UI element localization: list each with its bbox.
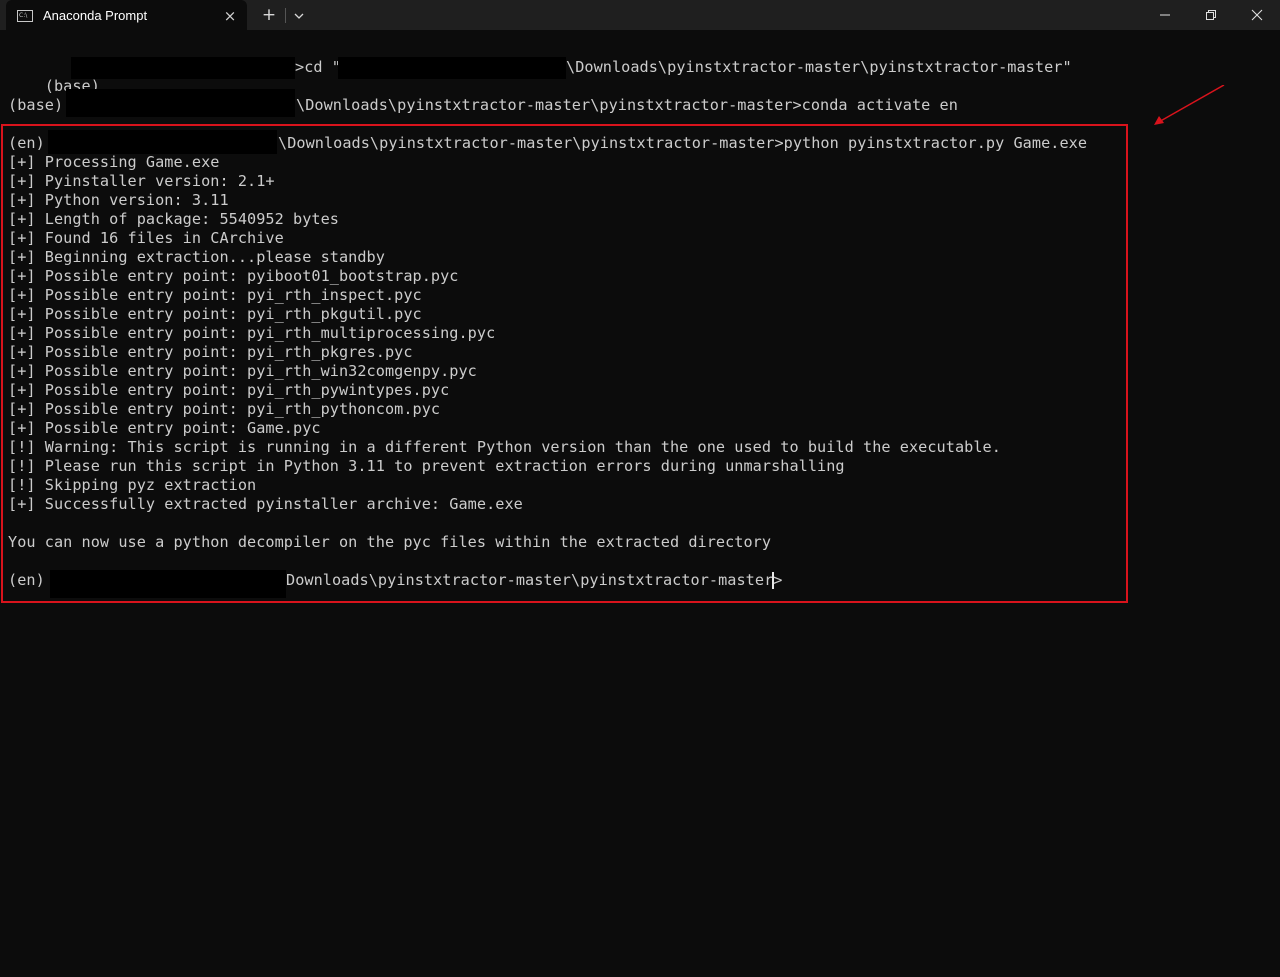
terminal-line: (base): [8, 96, 73, 114]
tab-title: Anaconda Prompt: [43, 8, 148, 23]
new-tab-button[interactable]: +: [256, 4, 282, 26]
terminal-line: \Downloads\pyinstxtractor-master\pyinstx…: [566, 58, 1072, 76]
close-icon: [1251, 9, 1263, 21]
close-tab-icon[interactable]: ×: [215, 7, 245, 25]
title-bar: Anaconda Prompt × +: [0, 0, 1280, 31]
annotation-arrow-icon: [1154, 85, 1225, 125]
minimize-icon: [1160, 14, 1170, 16]
terminal-line: >cd ": [295, 58, 341, 76]
tab-anaconda-prompt[interactable]: Anaconda Prompt ×: [6, 0, 247, 31]
terminal-line: \Downloads\pyinstxtractor-master\pyinstx…: [296, 96, 958, 114]
restore-icon: [1206, 10, 1216, 20]
redacted-path: [71, 57, 295, 79]
chevron-down-icon[interactable]: [289, 4, 309, 26]
restore-button[interactable]: [1188, 0, 1234, 30]
minimize-button[interactable]: [1142, 0, 1188, 30]
close-window-button[interactable]: [1234, 0, 1280, 30]
highlight-box: [1, 124, 1128, 603]
redacted-path: [66, 89, 295, 117]
terminal-output[interactable]: (base) >cd " \Downloads\pyinstxtractor-m…: [0, 30, 1280, 977]
cmd-prompt-icon: [17, 9, 33, 22]
divider: [285, 8, 286, 23]
redacted-path: [338, 57, 566, 79]
